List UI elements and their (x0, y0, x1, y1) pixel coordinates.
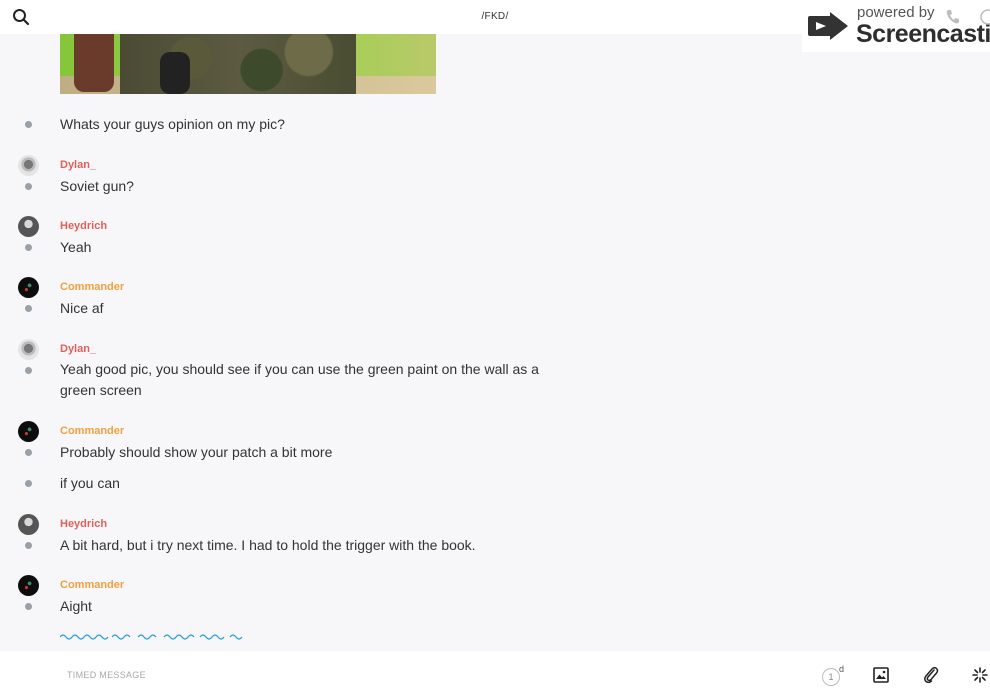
paperclip-icon[interactable] (923, 666, 939, 684)
sender-name[interactable]: Dylan_ (60, 159, 96, 171)
timer-unit: d (839, 664, 845, 674)
avatar[interactable] (18, 575, 39, 596)
message-status-dot (25, 449, 32, 456)
message-text: Nice af (60, 300, 104, 316)
avatar[interactable] (18, 155, 39, 176)
composer-bar: TIMED MESSAGE 1 d (0, 651, 990, 700)
watermark-powered-by: powered by (857, 4, 935, 21)
message-feed: Whats your guys opinion on my pic? Dylan… (0, 0, 990, 650)
message-status-dot (25, 305, 32, 312)
sender-name[interactable]: Heydrich (60, 220, 107, 232)
screencastify-logo-icon (808, 12, 848, 40)
photo-chair (74, 34, 114, 92)
message-text: if you can (60, 475, 120, 491)
photo-person (120, 34, 356, 94)
info-icon[interactable] (980, 9, 990, 25)
sender-name[interactable]: Commander (60, 579, 124, 591)
watermark-brand: Screencastify (856, 20, 990, 48)
phone-icon[interactable] (945, 9, 961, 25)
image-icon[interactable] (873, 667, 889, 683)
typing-indicator (60, 634, 243, 640)
sender-name[interactable]: Commander (60, 425, 124, 437)
sender-name[interactable]: Commander (60, 281, 124, 293)
timer-button[interactable]: 1 d (822, 664, 846, 688)
avatar[interactable] (18, 421, 39, 442)
message-status-dot (25, 480, 32, 487)
message-text: Whats your guys opinion on my pic? (60, 116, 285, 132)
sparkle-icon[interactable] (972, 667, 988, 683)
message-text: Soviet gun? (60, 178, 134, 194)
screencastify-watermark: powered by Screencastify (802, 0, 990, 52)
message-status-dot (25, 542, 32, 549)
message-text: Yeah (60, 239, 92, 255)
avatar[interactable] (18, 216, 39, 237)
message-status-dot (25, 121, 32, 128)
message-status-dot (25, 183, 32, 190)
avatar[interactable] (18, 339, 39, 360)
sender-name[interactable]: Dylan_ (60, 343, 96, 355)
message-input[interactable]: TIMED MESSAGE (67, 670, 146, 680)
message-text: Aight (60, 598, 92, 614)
message-status-dot (25, 603, 32, 610)
timer-value: 1 (822, 668, 840, 686)
sender-name[interactable]: Heydrich (60, 518, 107, 530)
message-status-dot (25, 367, 32, 374)
message-text: A bit hard, but i try next time. I had t… (60, 537, 476, 553)
avatar[interactable] (18, 277, 39, 298)
message-text: Probably should show your patch a bit mo… (60, 444, 333, 460)
avatar[interactable] (18, 514, 39, 535)
shared-photo[interactable] (60, 34, 436, 94)
message-status-dot (25, 244, 32, 251)
message-text: Yeah good pic, you should see if you can… (60, 361, 539, 398)
